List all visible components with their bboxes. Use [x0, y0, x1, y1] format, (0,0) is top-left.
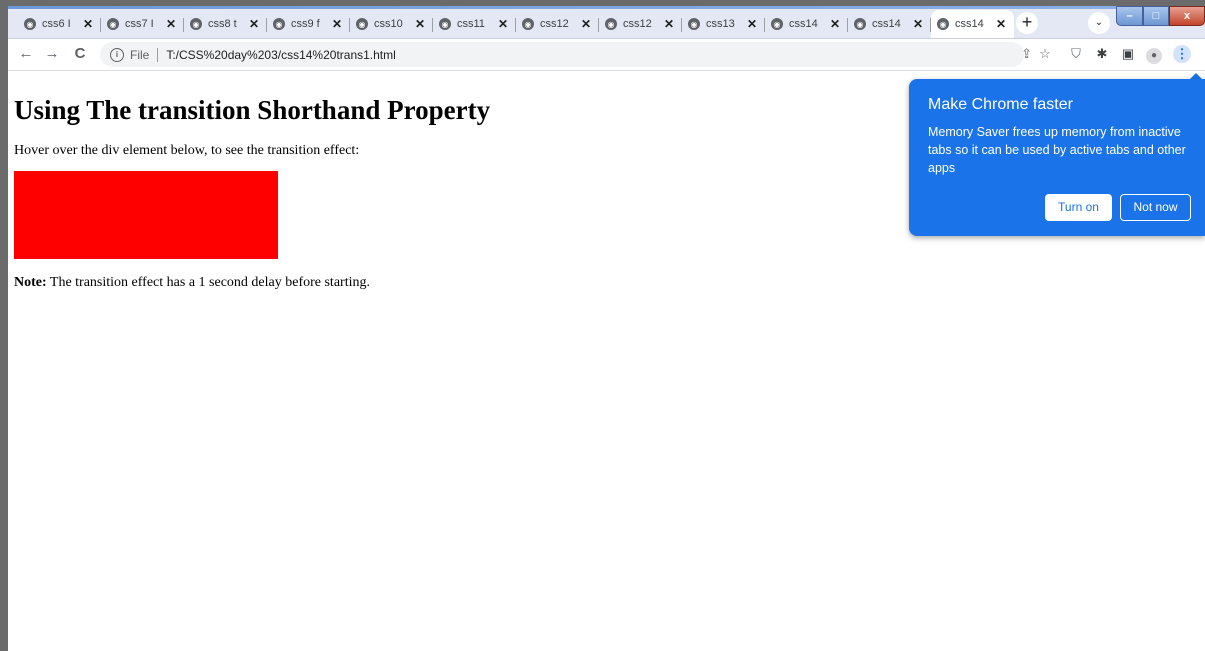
browser-tab[interactable]: ◉ css14 ✕ [931, 10, 1014, 38]
tab-title: css8 t [208, 18, 237, 30]
note-text: Note: The transition effect has a 1 seco… [14, 275, 370, 291]
tab-title: css6 I [42, 18, 71, 30]
browser-tab[interactable]: ◉ css8 t ✕ [184, 10, 267, 38]
tab-close-icon[interactable]: ✕ [911, 17, 925, 31]
browser-tab[interactable]: ◉ css9 f ✕ [267, 10, 350, 38]
address-url[interactable]: T:/CSS%20day%203/css14%20trans1.html [166, 48, 395, 62]
forward-button[interactable]: → [42, 44, 62, 64]
tab-strip: ◉ css6 I ✕ ◉ css7 I ✕ ◉ css8 t ✕ ◉ css9 f ✕ ◉ css10 ✕ ◉… [8, 6, 1205, 39]
globe-icon: ◉ [190, 18, 202, 30]
tab-close-icon[interactable]: ✕ [994, 17, 1008, 31]
tab-title: css14 [789, 18, 818, 30]
shield-extension-icon[interactable]: ⛉ [1067, 45, 1085, 63]
page-heading: Using The transition Shorthand Property [14, 95, 491, 125]
browser-toolbar: ← → C i File T:/CSS%20day%203/css14%20tr… [8, 39, 1205, 71]
maximize-button[interactable]: □ [1143, 6, 1169, 26]
globe-icon: ◉ [937, 18, 949, 30]
tab-title: css10 [374, 18, 403, 30]
transition-box[interactable] [14, 171, 278, 259]
note-label: Note: [14, 275, 47, 290]
globe-icon: ◉ [605, 18, 617, 30]
tab-close-icon[interactable]: ✕ [579, 17, 593, 31]
memory-saver-promo: Make Chrome faster Memory Saver frees up… [909, 79, 1205, 236]
tab-title: css13 [706, 18, 735, 30]
not-now-button[interactable]: Not now [1120, 194, 1191, 221]
tab-title: css7 I [125, 18, 154, 30]
star-icon[interactable]: ☆ [1036, 45, 1054, 63]
tab-title: css11 [457, 18, 485, 30]
globe-icon: ◉ [771, 18, 783, 30]
tab-close-icon[interactable]: ✕ [330, 17, 344, 31]
puzzle-icon[interactable]: ✱ [1093, 45, 1111, 63]
tab-list: ◉ css6 I ✕ ◉ css7 I ✕ ◉ css8 t ✕ ◉ css9 f ✕ ◉ css10 ✕ ◉… [18, 10, 1014, 38]
globe-icon: ◉ [522, 18, 534, 30]
menu-icon[interactable]: ⋮ [1173, 45, 1191, 63]
profile-icon[interactable]: ● [1145, 45, 1163, 64]
browser-tab[interactable]: ◉ css13 ✕ [682, 10, 765, 38]
address-bar[interactable]: i File T:/CSS%20day%203/css14%20trans1.h… [100, 42, 1032, 67]
note-body: The transition effect has a 1 second del… [46, 275, 370, 290]
close-window-button[interactable]: x [1169, 6, 1205, 26]
browser-tab[interactable]: ◉ css6 I ✕ [18, 10, 101, 38]
browser-tab[interactable]: ◉ css12 ✕ [516, 10, 599, 38]
minimize-icon: – [1126, 10, 1133, 22]
globe-icon: ◉ [107, 18, 119, 30]
close-icon: x [1183, 10, 1191, 22]
tab-title: css9 f [291, 18, 320, 30]
share-icon[interactable]: ⇪ [1021, 46, 1032, 62]
tab-title: css14 [955, 18, 984, 30]
globe-icon: ◉ [688, 18, 700, 30]
globe-icon: ◉ [273, 18, 285, 30]
browser-tab[interactable]: ◉ css12 ✕ [599, 10, 682, 38]
tab-title: css14 [872, 18, 901, 30]
browser-window: ◉ css6 I ✕ ◉ css7 I ✕ ◉ css8 t ✕ ◉ css9 f ✕ ◉ css10 ✕ ◉… [8, 6, 1205, 651]
turn-on-button[interactable]: Turn on [1045, 194, 1112, 221]
tab-close-icon[interactable]: ✕ [164, 17, 178, 31]
globe-icon: ◉ [356, 18, 368, 30]
tab-close-icon[interactable]: ✕ [745, 17, 759, 31]
globe-icon: ◉ [854, 18, 866, 30]
maximize-icon: □ [1152, 10, 1160, 22]
browser-tab[interactable]: ◉ css14 ✕ [765, 10, 848, 38]
new-tab-button[interactable]: + [1016, 12, 1038, 34]
tab-close-icon[interactable]: ✕ [496, 17, 510, 31]
intro-text: Hover over the div element below, to see… [14, 143, 360, 158]
tab-close-icon[interactable]: ✕ [828, 17, 842, 31]
browser-tab[interactable]: ◉ css7 I ✕ [101, 10, 184, 38]
minimize-button[interactable]: – [1116, 6, 1143, 26]
address-scheme: File [130, 47, 150, 62]
title-bar-accent [8, 6, 1205, 9]
address-divider [157, 47, 159, 62]
tab-close-icon[interactable]: ✕ [413, 17, 427, 31]
browser-tab[interactable]: ◉ css14 ✕ [848, 10, 931, 38]
reload-button[interactable]: C [70, 44, 90, 64]
browser-tab[interactable]: ◉ css10 ✕ [350, 10, 433, 38]
tab-close-icon[interactable]: ✕ [662, 17, 676, 31]
promo-title: Make Chrome faster [928, 96, 1073, 113]
side-panel-icon[interactable]: ▣ [1119, 45, 1137, 63]
tab-close-icon[interactable]: ✕ [247, 17, 261, 31]
tab-title: css12 [623, 18, 652, 30]
tab-search-button[interactable]: ⌄ [1088, 12, 1110, 34]
promo-body: Memory Saver frees up memory from inacti… [928, 125, 1186, 175]
tab-title: css12 [540, 18, 569, 30]
site-info-icon[interactable]: i [110, 47, 124, 62]
browser-tab[interactable]: ◉ css11 ✕ [433, 10, 516, 38]
tab-close-icon[interactable]: ✕ [81, 17, 95, 31]
globe-icon: ◉ [24, 18, 36, 30]
back-button[interactable]: ← [16, 44, 36, 64]
globe-icon: ◉ [439, 18, 451, 30]
